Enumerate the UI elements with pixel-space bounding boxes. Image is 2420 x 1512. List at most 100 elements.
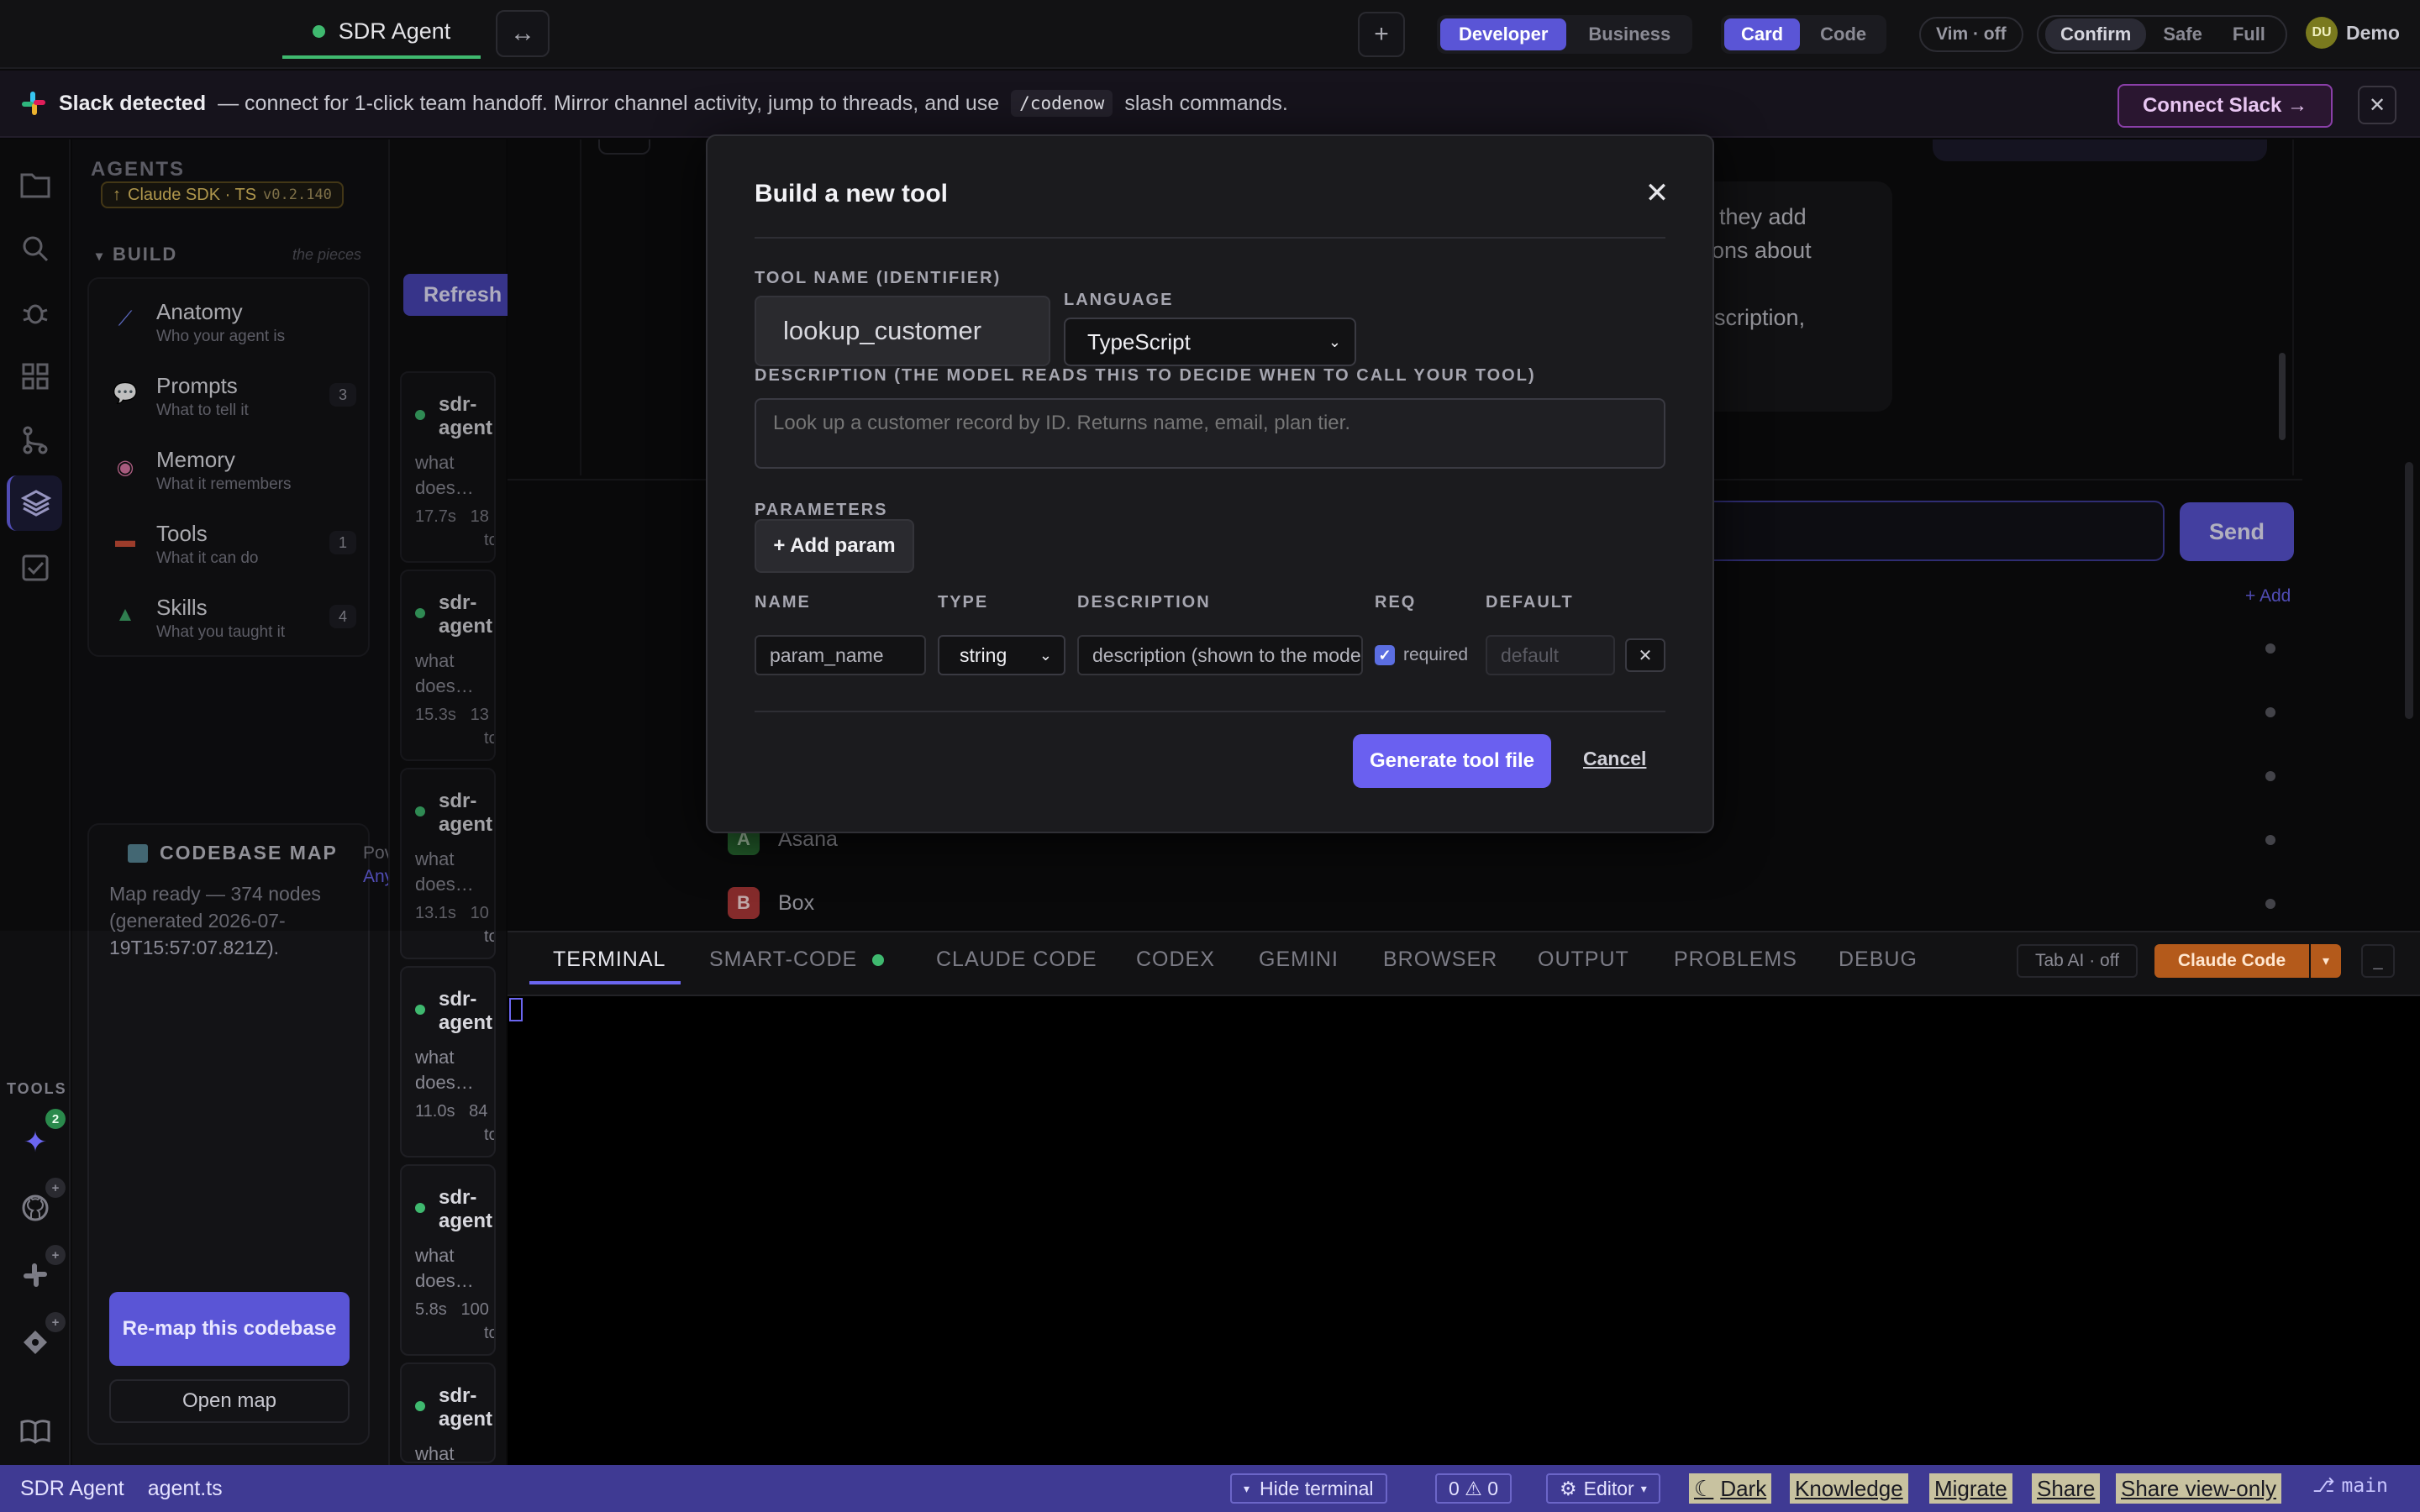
tab-claude-code[interactable]: CLAUDE CODE (936, 948, 1097, 972)
mode-business[interactable]: Business (1570, 18, 1689, 50)
share-view-only-button[interactable]: Share view-only (2116, 1473, 2281, 1504)
add-badge-icon[interactable]: + (45, 1245, 66, 1265)
tab-problems[interactable]: PROBLEMS (1674, 948, 1797, 972)
diamond-icon[interactable] (18, 1326, 52, 1359)
banner-title: Slack detected (59, 91, 207, 115)
col-req: REQ (1375, 593, 1417, 612)
language-value: TypeScript (1087, 328, 1191, 354)
param-type-select[interactable]: string ⌄ (938, 635, 1065, 675)
status-app-name: SDR Agent (20, 1477, 124, 1500)
moon-icon: ☾ (1694, 1475, 1714, 1501)
perm-safe[interactable]: Safe (2149, 18, 2215, 50)
dark-theme-button[interactable]: ☾ Dark (1689, 1473, 1772, 1504)
terminal-body[interactable] (508, 996, 2420, 1465)
run-name: sdr-agent (439, 1186, 493, 1232)
remap-button[interactable]: Re-map this codebase (109, 1292, 350, 1366)
permission-switch: Confirm Safe Full (2037, 15, 2287, 54)
run-tokens: tok (484, 1126, 494, 1144)
minimize-icon: _ (2373, 951, 2383, 970)
run-meta: 5.8s 100 (415, 1300, 489, 1319)
editor-button[interactable]: ⚙ Editor ▾ (1546, 1473, 1660, 1504)
modal-close-button[interactable]: ✕ (1640, 176, 1674, 210)
param-name-input[interactable]: param_name (755, 635, 926, 675)
banner-close-button[interactable]: ✕ (2358, 86, 2396, 124)
view-card[interactable]: Card (1724, 18, 1801, 50)
view-switch: Card Code (1721, 15, 1887, 54)
user-menu[interactable]: DU Demo (2306, 17, 2400, 49)
perm-full[interactable]: Full (2219, 18, 2279, 50)
view-code[interactable]: Code (1803, 18, 1883, 50)
chevron-down-icon: ▾ (1640, 1481, 1647, 1495)
run-tokens: tok (484, 1324, 494, 1342)
run-item[interactable]: sdr-agent what (400, 1362, 496, 1463)
migrate-button[interactable]: Migrate (1929, 1473, 2012, 1504)
param-required[interactable]: ✓ required (1375, 635, 1481, 675)
description-label: DESCRIPTION (THE MODEL READS THIS TO DEC… (755, 366, 1536, 385)
status-dot-icon (415, 1005, 425, 1015)
close-icon: ✕ (1644, 177, 1670, 209)
param-remove-button[interactable]: ✕ (1625, 638, 1665, 672)
swap-button[interactable]: ↔ (496, 10, 550, 57)
run-item[interactable]: sdr-agent what does… 11.0s 84 tok (400, 966, 496, 1158)
parameters-label: PARAMETERS (755, 501, 888, 519)
status-dot-icon (312, 24, 325, 38)
problems-indicator[interactable]: 0 ⚠ 0 (1435, 1473, 1512, 1504)
required-label: required (1403, 645, 1469, 664)
run-meta: 11.0s 84 (415, 1102, 488, 1121)
slack-tool-icon[interactable] (18, 1258, 52, 1292)
tab-debug[interactable]: DEBUG (1839, 948, 1918, 972)
share-button[interactable]: Share (2032, 1473, 2101, 1504)
mode-switch: Developer Business (1437, 15, 1693, 54)
close-icon: ✕ (1638, 646, 1653, 665)
status-dot-icon (872, 954, 884, 966)
connect-slack-button[interactable]: Connect Slack → (2118, 84, 2333, 128)
claude-code-button[interactable]: Claude Code (2154, 944, 2309, 978)
open-map-button[interactable]: Open map (109, 1379, 350, 1423)
add-param-button[interactable]: + Add param (755, 519, 914, 573)
user-name: Demo (2346, 21, 2400, 44)
run-name: sdr-agent (439, 1384, 493, 1431)
book-icon[interactable] (18, 1415, 52, 1448)
minimize-panel-button[interactable]: _ (2361, 944, 2395, 978)
col-type: TYPE (938, 593, 989, 612)
col-default: DEFAULT (1486, 593, 1574, 612)
tab-codex[interactable]: CODEX (1136, 948, 1215, 972)
tab-ai-toggle[interactable]: Tab AI · off (2017, 944, 2139, 978)
knowledge-button[interactable]: Knowledge (1790, 1473, 1908, 1504)
cancel-button[interactable]: Cancel (1583, 748, 1646, 770)
git-branch[interactable]: ⎇ main (2312, 1475, 2388, 1497)
new-tab-button[interactable]: + (1358, 12, 1405, 57)
hide-terminal-button[interactable]: ▾ Hide terminal (1230, 1473, 1387, 1504)
banner-command: /codenow (1011, 90, 1113, 117)
language-select[interactable]: TypeScript ⌄ (1064, 318, 1356, 366)
language-label: LANGUAGE (1064, 291, 1174, 309)
add-badge-icon[interactable]: + (45, 1178, 66, 1198)
tab-browser[interactable]: BROWSER (1383, 948, 1497, 972)
tab-smart-code[interactable]: SMART-CODE (709, 948, 857, 972)
run-name: sdr-agent (439, 988, 493, 1034)
mode-developer[interactable]: Developer (1440, 18, 1567, 50)
github-icon[interactable] (18, 1191, 52, 1225)
avatar: DU (2306, 17, 2338, 49)
branch-icon: ⎇ (2312, 1475, 2335, 1497)
status-file-name[interactable]: agent.ts (148, 1477, 223, 1501)
tab-terminal[interactable]: TERMINAL (553, 948, 666, 972)
param-default-input[interactable]: default (1486, 635, 1615, 675)
generate-tool-button[interactable]: Generate tool file (1353, 734, 1551, 788)
slack-banner: Slack detected — connect for 1-click tea… (0, 71, 2420, 138)
checkbox-checked-icon[interactable]: ✓ (1375, 645, 1395, 665)
add-badge-icon[interactable]: + (45, 1312, 66, 1332)
claude-code-dropdown[interactable]: ▾ (2311, 944, 2341, 978)
tab-sdr-agent[interactable]: SDR Agent (282, 7, 481, 59)
tool-name-input[interactable] (755, 296, 1050, 366)
vim-toggle[interactable]: Vim · off (1919, 17, 2023, 52)
description-textarea[interactable] (755, 398, 1665, 469)
tab-gemini[interactable]: GEMINI (1259, 948, 1339, 972)
sparkle-icon[interactable]: ✦ (18, 1126, 52, 1159)
build-tool-modal (706, 134, 1714, 833)
tab-output[interactable]: OUTPUT (1538, 948, 1629, 972)
param-type-value: string (960, 643, 1007, 666)
run-item[interactable]: sdr-agent what does… 5.8s 100 tok (400, 1164, 496, 1356)
perm-confirm[interactable]: Confirm (2045, 18, 2147, 50)
param-description-input[interactable]: description (shown to the model) (1077, 635, 1363, 675)
